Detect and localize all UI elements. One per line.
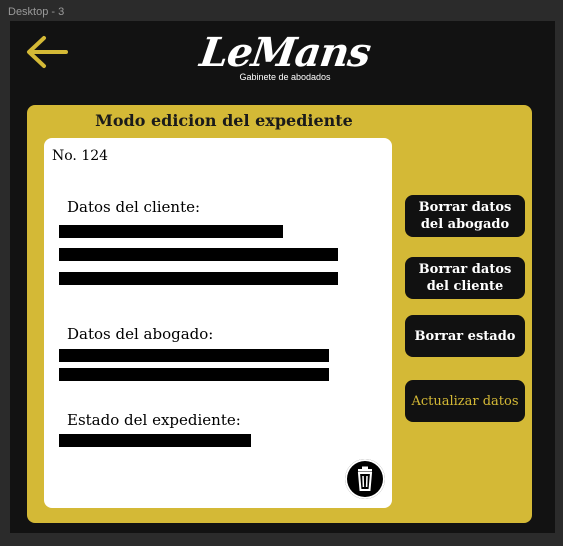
trash-icon (357, 466, 373, 491)
client-section-label: Datos del cliente: (67, 198, 201, 216)
panel-title: Modo edicion del expediente (95, 111, 353, 130)
redacted-client-line-2 (59, 248, 338, 261)
redacted-client-line-3 (59, 272, 338, 285)
redacted-lawyer-line-1 (59, 349, 329, 362)
logo-wordmark: LeMans (197, 29, 374, 76)
update-data-button[interactable]: Actualizar datos (405, 380, 525, 422)
case-card: No. 124 Datos del cliente: Datos del abo… (44, 138, 392, 508)
delete-status-button[interactable]: Borrar estado (405, 315, 525, 357)
delete-button[interactable] (345, 459, 385, 499)
delete-client-data-button[interactable]: Borrar datos del cliente (405, 257, 525, 299)
edit-panel: Modo edicion del expediente No. 124 Dato… (27, 105, 532, 523)
frame-label: Desktop - 3 (8, 6, 65, 18)
arrow-left-icon (27, 36, 68, 68)
back-button[interactable] (24, 33, 70, 71)
redacted-client-line-1 (59, 225, 283, 238)
redacted-lawyer-line-2 (59, 368, 329, 381)
delete-lawyer-data-button[interactable]: Borrar datos del abogado (405, 195, 525, 237)
app-canvas: LeMans Gabinete de abodados Modo edicion… (10, 21, 555, 533)
brand-logo: LeMans Gabinete de abodados (197, 29, 374, 91)
lawyer-section-label: Datos del abogado: (67, 325, 214, 343)
case-number: No. 124 (52, 148, 109, 164)
redacted-status-line (59, 434, 251, 447)
status-section-label: Estado del expediente: (67, 411, 241, 429)
